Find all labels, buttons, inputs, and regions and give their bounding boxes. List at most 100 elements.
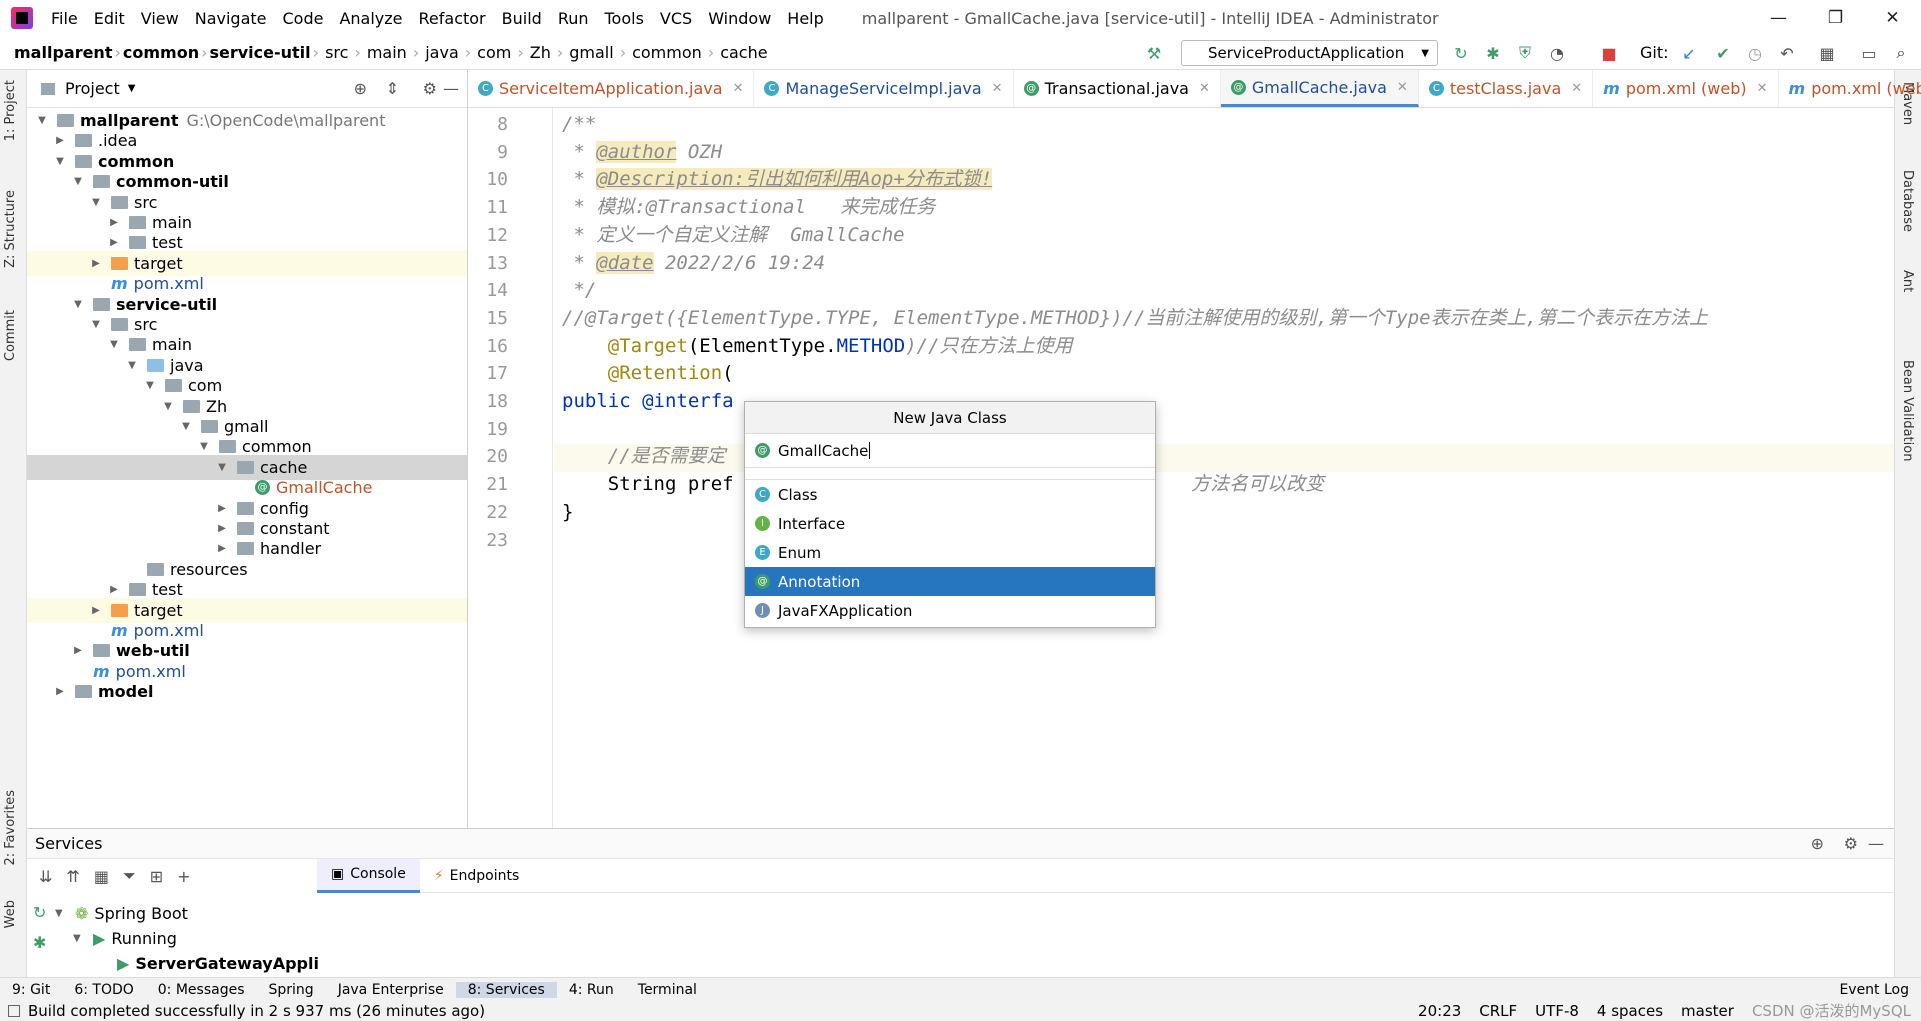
chevron-down-icon[interactable]: ▼ xyxy=(71,299,85,310)
chevron-right-icon[interactable]: ▶ xyxy=(215,543,229,554)
chevron-right-icon[interactable]: ▶ xyxy=(89,258,103,269)
tool-window-button[interactable]: 0: Messages xyxy=(146,982,257,998)
chevron-right-icon[interactable]: ▶ xyxy=(107,237,121,248)
chevron-down-icon[interactable]: ▼ xyxy=(197,441,211,452)
menu-item-window[interactable]: Window xyxy=(700,9,779,28)
file-encoding[interactable]: UTF-8 xyxy=(1535,1002,1579,1020)
git-history-icon[interactable]: ◷ xyxy=(1744,42,1766,64)
breadcrumb-item[interactable]: com xyxy=(473,43,515,62)
tree-item-model[interactable]: ▶ model xyxy=(27,679,467,704)
commit-tool-label[interactable]: Commit xyxy=(3,310,18,361)
search-icon[interactable]: ⌕ xyxy=(1890,42,1912,64)
favorites-tool-label[interactable]: 2: Favorites xyxy=(3,790,18,866)
chevron-right-icon[interactable]: ▶ xyxy=(107,217,121,228)
menu-item-navigate[interactable]: Navigate xyxy=(187,9,275,28)
menu-item-edit[interactable]: Edit xyxy=(86,9,133,28)
chevron-down-icon[interactable]: ▼ xyxy=(71,176,85,187)
breadcrumb-item[interactable]: common xyxy=(628,43,706,62)
editor-tab[interactable]: C ServiceItemApplication.java ✕ xyxy=(468,70,755,107)
stop-icon[interactable]: ■ xyxy=(1598,42,1620,64)
breadcrumb-item[interactable]: service-util xyxy=(209,43,310,62)
add-icon[interactable]: + xyxy=(177,867,190,886)
breadcrumb-item[interactable]: common xyxy=(123,43,199,62)
filter-icon[interactable]: ⏷ xyxy=(123,866,136,886)
tool-window-button[interactable]: Terminal xyxy=(626,982,709,998)
project-structure-icon[interactable]: ▦ xyxy=(1816,42,1838,64)
indent-setting[interactable]: 4 spaces xyxy=(1597,1002,1663,1020)
close-icon[interactable]: ✕ xyxy=(1757,81,1768,96)
breadcrumb-item[interactable]: gmall xyxy=(565,43,617,62)
event-log-button[interactable]: Event Log xyxy=(1827,982,1921,998)
menu-item-analyze[interactable]: Analyze xyxy=(331,9,410,28)
git-update-icon[interactable]: ↙ xyxy=(1678,42,1700,64)
gear-icon[interactable]: ⚙ xyxy=(1844,834,1858,853)
hide-panel-icon[interactable]: — xyxy=(443,79,459,98)
git-rollback-icon[interactable]: ↶ xyxy=(1776,42,1798,64)
menu-item-build[interactable]: Build xyxy=(494,9,550,28)
class-name-input[interactable]: @ GmallCache xyxy=(745,434,1155,468)
kind-option-annotation[interactable]: @ Annotation xyxy=(745,567,1155,596)
menu-item-file[interactable]: File xyxy=(43,9,86,28)
menu-item-run[interactable]: Run xyxy=(550,9,597,28)
close-icon[interactable]: ✕ xyxy=(1199,81,1210,96)
run-configuration-select[interactable]: ServiceProductApplication xyxy=(1181,40,1438,66)
kind-option-interface[interactable]: I Interface xyxy=(745,509,1155,538)
status-toggle-icon[interactable] xyxy=(8,1004,20,1017)
group-icon[interactable]: ▦ xyxy=(94,867,109,886)
git-branch[interactable]: master xyxy=(1681,1002,1734,1020)
rerun-icon[interactable]: ↻ xyxy=(33,903,46,922)
web-tool-label[interactable]: Web xyxy=(3,900,18,928)
menu-item-code[interactable]: Code xyxy=(275,9,332,28)
collapse-all-icon[interactable]: ⇈ xyxy=(66,867,79,886)
chevron-down-icon[interactable]: ▼ xyxy=(128,83,136,94)
chevron-right-icon[interactable]: ▶ xyxy=(53,686,67,697)
close-icon[interactable]: ✕ xyxy=(1571,81,1582,96)
close-icon[interactable]: ✕ xyxy=(733,81,744,96)
debug-icon[interactable]: ✱ xyxy=(33,933,46,952)
chevron-right-icon[interactable]: ▶ xyxy=(71,645,85,656)
menu-item-vcs[interactable]: VCS xyxy=(652,9,700,28)
caret-position[interactable]: 20:23 xyxy=(1418,1002,1461,1020)
tree-item-spring-boot[interactable]: ▼ ❁ Spring Boot xyxy=(55,901,188,926)
kind-option-class[interactable]: C Class xyxy=(745,480,1155,509)
chevron-right-icon[interactable]: ▶ xyxy=(53,135,67,146)
breadcrumb-item[interactable]: src xyxy=(321,43,352,62)
chevron-right-icon[interactable]: ▶ xyxy=(215,523,229,534)
layout-icon[interactable]: ▭ xyxy=(1858,42,1880,64)
tool-window-button[interactable]: 6: TODO xyxy=(62,982,145,998)
kind-option-enum[interactable]: E Enum xyxy=(745,538,1155,567)
editor-tab[interactable]: C ManageServiceImpl.java ✕ xyxy=(754,70,1014,107)
tab-console[interactable]: ▣ Console xyxy=(317,858,420,893)
tree-item-running[interactable]: ▼ ▶ Running xyxy=(73,926,177,951)
kind-option-javafxapplication[interactable]: J JavaFXApplication xyxy=(745,596,1155,625)
build-hammer-icon[interactable]: ⚒ xyxy=(1143,42,1165,64)
chevron-down-icon[interactable]: ▼ xyxy=(161,401,175,412)
breadcrumb-item[interactable]: Zh xyxy=(526,43,555,62)
editor-tab[interactable]: @ GmallCache.java ✕ xyxy=(1220,70,1419,107)
chevron-down-icon[interactable]: ▼ xyxy=(179,421,193,432)
profile-icon[interactable]: ◔ xyxy=(1546,42,1568,64)
bean-validation-tool-label[interactable]: Bean Validation xyxy=(1900,360,1915,461)
menu-item-tools[interactable]: Tools xyxy=(597,9,652,28)
menu-item-refactor[interactable]: Refactor xyxy=(411,9,494,28)
chevron-down-icon[interactable]: ▼ xyxy=(215,462,229,473)
project-tool-label[interactable]: 1: Project xyxy=(3,80,18,141)
chevron-down-icon[interactable]: ▼ xyxy=(125,360,139,371)
tab-endpoints[interactable]: ⚡ Endpoints xyxy=(420,859,533,893)
chevron-down-icon[interactable]: ▼ xyxy=(143,380,157,391)
menu-item-view[interactable]: View xyxy=(133,9,187,28)
editor-tab[interactable]: CtestClass.java ✕ xyxy=(1419,70,1594,107)
database-tool-label[interactable]: Database xyxy=(1900,170,1915,232)
debug-icon[interactable]: ✱ xyxy=(1482,42,1504,64)
globe-icon[interactable]: ⊕ xyxy=(1811,834,1824,853)
hide-panel-icon[interactable]: — xyxy=(1868,834,1884,853)
tree-item-gateway-app[interactable]: ▶ ServerGatewayAppli xyxy=(111,951,319,976)
tool-window-button[interactable]: 9: Git xyxy=(0,982,62,998)
breadcrumb-item[interactable]: cache xyxy=(716,43,771,62)
minimize-icon[interactable]: — xyxy=(1750,0,1807,36)
tool-window-button[interactable]: Java Enterprise xyxy=(326,982,456,998)
gear-icon[interactable]: ⚙ xyxy=(423,79,437,98)
chevron-down-icon[interactable]: ▼ xyxy=(35,115,49,126)
breadcrumb-item[interactable]: main xyxy=(363,43,411,62)
chevron-right-icon[interactable]: ▶ xyxy=(215,503,229,514)
